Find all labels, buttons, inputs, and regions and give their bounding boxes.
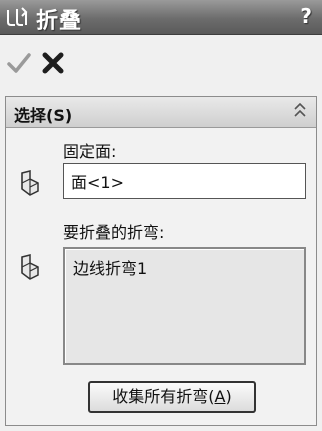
fixed-face-label: 固定面: — [63, 142, 117, 161]
collect-all-bends-mnemonic: A — [214, 387, 226, 406]
ok-button[interactable] — [6, 51, 32, 75]
collect-all-bends-label: 收集所有折弯( — [112, 387, 215, 406]
selection-group: 选择(S) 固定面: 面<1> 要折叠的折弯: 边线折弯1 收集所有折弯(A) — [5, 96, 317, 426]
selection-group-title: 选择(S) — [14, 106, 73, 125]
selection-group-header[interactable]: 选择(S) — [6, 97, 316, 128]
window-title: 折叠 — [36, 9, 83, 34]
double-chevron-up-icon — [294, 102, 306, 117]
bend-selection-icon — [21, 254, 39, 280]
fold-feature-icon — [7, 7, 28, 26]
checkmark-icon — [7, 53, 31, 73]
close-icon — [42, 52, 64, 74]
cancel-button[interactable] — [40, 50, 66, 76]
face-selection-icon — [21, 170, 39, 196]
collect-all-bends-suffix: ) — [225, 387, 232, 406]
collect-all-bends-button[interactable]: 收集所有折弯(A) — [88, 381, 256, 413]
bends-to-fold-label: 要折叠的折弯: — [63, 223, 165, 242]
title-bar: 折叠 ? — [0, 0, 322, 35]
collapse-chevron-icon[interactable] — [294, 102, 306, 121]
list-item[interactable]: 边线折弯1 — [73, 255, 296, 279]
bends-list[interactable]: 边线折弯1 — [63, 247, 306, 365]
fixed-face-field[interactable]: 面<1> — [63, 163, 306, 199]
help-button[interactable]: ? — [300, 4, 312, 28]
action-toolbar — [0, 35, 322, 91]
fold-property-panel: 折叠 ? 选择(S) 固定面: 面<1> 要折叠的折弯: 边线折弯1 收集所有折… — [0, 0, 322, 431]
